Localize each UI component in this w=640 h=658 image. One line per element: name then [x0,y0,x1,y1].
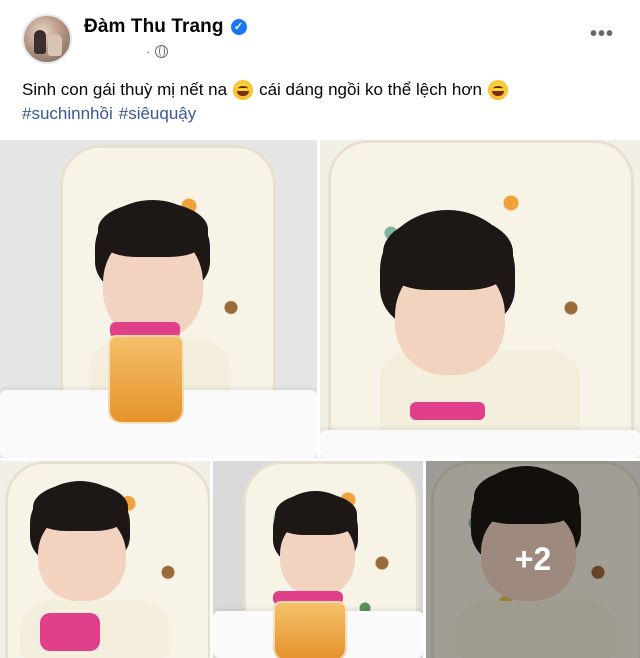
globe-icon[interactable] [155,45,169,58]
post-meta: · [146,44,169,59]
avatar[interactable] [22,14,72,64]
sippy-cup [108,335,184,424]
sippy-cup-lid [410,402,485,420]
post-caption: Sinh con gái thuỳ mị nết na cái dáng ngồ… [22,80,514,100]
chair-tray [320,430,640,458]
sippy-cup [273,601,347,658]
avatar-figure [48,34,62,56]
more-photos-overlay[interactable]: +2 [426,461,640,658]
baby-bangs [33,483,128,531]
sippy-cup [40,613,100,651]
caption-text: cái dáng ngồi ko thể lệch hơn [259,80,482,99]
meta-separator: · [146,44,151,59]
baby-bangs [275,493,357,535]
post-photo[interactable] [0,140,317,458]
baby-bangs [98,202,208,257]
caption-text: Sinh con gái thuỳ mị nết na [22,80,228,99]
author-row: Đàm Thu Trang ✓ [84,16,247,38]
grinning-sweat-emoji-icon [487,80,508,100]
post-photo[interactable] [213,461,423,658]
more-options-button[interactable]: ••• [590,24,614,44]
baby-bangs [383,215,513,290]
hashtags: #suchinnhồi #siêuquậy [22,104,196,124]
avatar-figure [34,30,46,54]
author-name[interactable]: Đàm Thu Trang [84,16,224,38]
hashtag-link[interactable]: #suchinnhồi [22,104,113,124]
hashtag-link[interactable]: #siêuquậy [119,104,197,124]
verified-badge-icon: ✓ [230,19,247,35]
post-photo[interactable] [0,461,210,658]
post-photo[interactable] [320,140,640,458]
facebook-post: Đàm Thu Trang ✓ · ••• Sinh con gái thuỳ … [0,0,640,658]
grinning-sweat-emoji-icon [233,80,254,100]
